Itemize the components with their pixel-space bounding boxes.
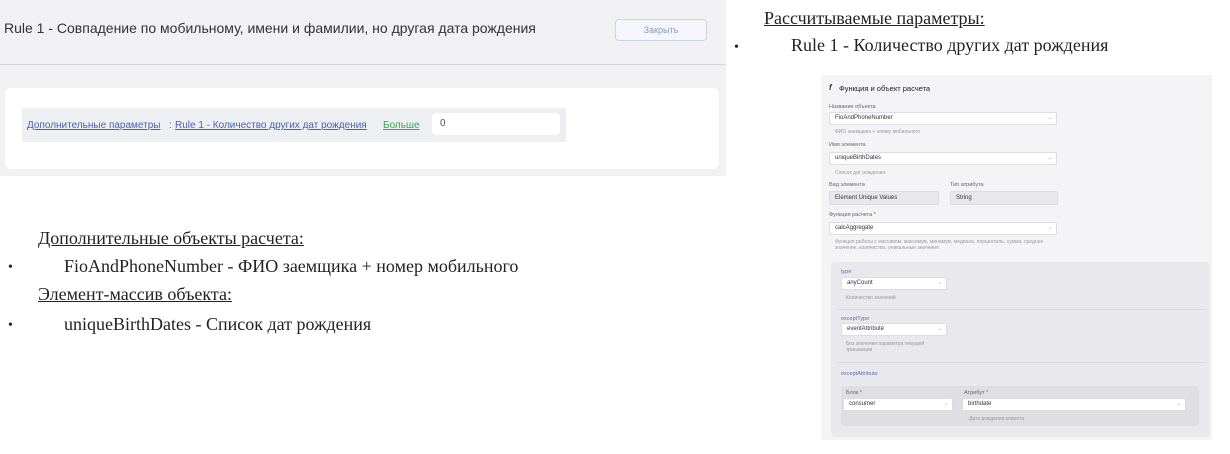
bullet: • (734, 40, 739, 55)
block-select[interactable]: consumer ⌄ (843, 398, 953, 411)
element-kind-label: Вид элемента (829, 182, 865, 188)
type-label: type (841, 269, 852, 275)
close-button[interactable]: Закрыть (615, 19, 707, 41)
chevron-down-icon: ⌄ (937, 280, 942, 286)
chevron-down-icon: ⌄ (1047, 155, 1052, 161)
calc-func-label: Функция расчета * (829, 212, 876, 218)
object-hint: ФИО заемщика + номер мобильного (835, 129, 921, 135)
object-select[interactable]: FioAndPhoneNumber ⌄ (829, 112, 1057, 125)
type-select[interactable]: anyCount ⌄ (841, 277, 947, 290)
attribute-value: birthdate (968, 401, 992, 407)
rule-title: Rule 1 - Совпадение по мобильному, имени… (4, 20, 536, 36)
param-separator: : (169, 120, 172, 131)
object-value: FioAndPhoneNumber (835, 115, 893, 121)
function-form: f Функция и объект расчета Название объе… (821, 75, 1212, 440)
calculated-params-title: Рассчитываемые параметры: (764, 8, 985, 28)
calc-func-hint: Функция работы с массивом: максимум, мин… (835, 239, 1044, 251)
chevron-down-icon: ⌄ (1047, 115, 1052, 121)
calc-func-value: calcAggregate (835, 225, 874, 231)
element-value: uniqueBirthDates (835, 155, 882, 161)
bullet: • (8, 318, 13, 333)
chevron-down-icon: ⌄ (937, 326, 942, 332)
array-element-item: uniqueBirthDates - Список дат рождения (64, 314, 372, 334)
attr-type-label: Тип атрибута (950, 182, 984, 188)
param-value-field[interactable]: 0 (432, 113, 560, 135)
calculated-param-item: Rule 1 - Количество других дат рождения (791, 35, 1109, 55)
element-hint: Список дат рождения (835, 170, 886, 176)
except-type-select[interactable]: eventAttribute ⌄ (841, 323, 947, 336)
type-value: anyCount (847, 280, 873, 286)
element-label: Имя элемента (829, 142, 866, 148)
block-value: consumer (849, 401, 876, 407)
element-kind-field: Element Unique Values (829, 191, 939, 205)
array-element-title: Элемент-массив объекта: (38, 284, 232, 304)
element-select[interactable]: uniqueBirthDates ⌄ (829, 152, 1057, 165)
divider (0, 64, 726, 65)
attr-type-field: String (950, 191, 1058, 205)
additional-params-link[interactable]: Дополнительные параметры (27, 120, 160, 131)
attribute-select[interactable]: birthdate ⌄ (962, 398, 1186, 411)
attribute-label: Атрибут * (964, 390, 989, 396)
divider (837, 309, 1205, 310)
more-link[interactable]: Больше (383, 120, 420, 131)
divider (837, 362, 1205, 363)
additional-objects-title: Дополнительные объекты расчета: (38, 228, 304, 248)
except-type-hint: Без значения параметра текущей транзакци… (846, 341, 925, 353)
rule-param-link[interactable]: Rule 1 - Количество других дат рождения (175, 120, 367, 131)
calc-func-select[interactable]: calcAggregate ⌄ (829, 222, 1057, 235)
chevron-down-icon: ⌄ (1176, 401, 1181, 407)
except-type-value: eventAttribute (847, 326, 885, 332)
chevron-down-icon: ⌄ (1047, 225, 1052, 231)
except-type-label: exceptType (841, 316, 870, 322)
block-label: Блок * (846, 390, 862, 396)
form-header: Функция и объект расчета (839, 84, 931, 93)
attribute-hint: Дата рождения клиента (969, 416, 1025, 422)
function-icon: f (829, 83, 832, 92)
additional-object-item: FioAndPhoneNumber - ФИО заемщика + номер… (64, 256, 519, 276)
object-label: Название объекта (829, 104, 876, 110)
except-attribute-label: exceptAttribute (841, 371, 878, 377)
type-hint: Количество значений (846, 295, 896, 301)
bullet: • (8, 260, 13, 275)
chevron-down-icon: ⌄ (943, 401, 948, 407)
